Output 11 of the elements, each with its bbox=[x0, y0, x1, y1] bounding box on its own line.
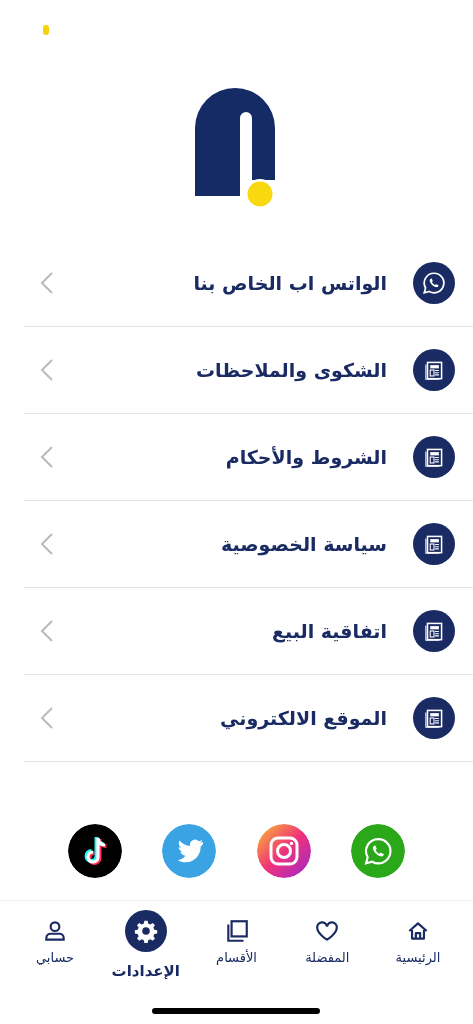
menu-item[interactable]: الموقع الالكتروني bbox=[220, 703, 387, 733]
tab[interactable]: الأقسام bbox=[191, 917, 282, 969]
menu-item[interactable]: الشكوى والملاحظات bbox=[195, 355, 387, 385]
tab[interactable]: الرئيسية bbox=[373, 917, 463, 969]
menu-item[interactable]: اتفاقية البيع bbox=[272, 616, 387, 646]
menu-item[interactable]: الشروط والأحكام bbox=[225, 442, 387, 472]
menu-item[interactable]: الواتس اب الخاص بنا bbox=[193, 268, 387, 298]
tab[interactable]: الإعدادات bbox=[100, 909, 191, 984]
tab[interactable]: المفضلة bbox=[282, 917, 373, 969]
tab[interactable]: حسابي bbox=[10, 917, 100, 969]
menu-item[interactable]: سياسة الخصوصية bbox=[221, 529, 387, 559]
